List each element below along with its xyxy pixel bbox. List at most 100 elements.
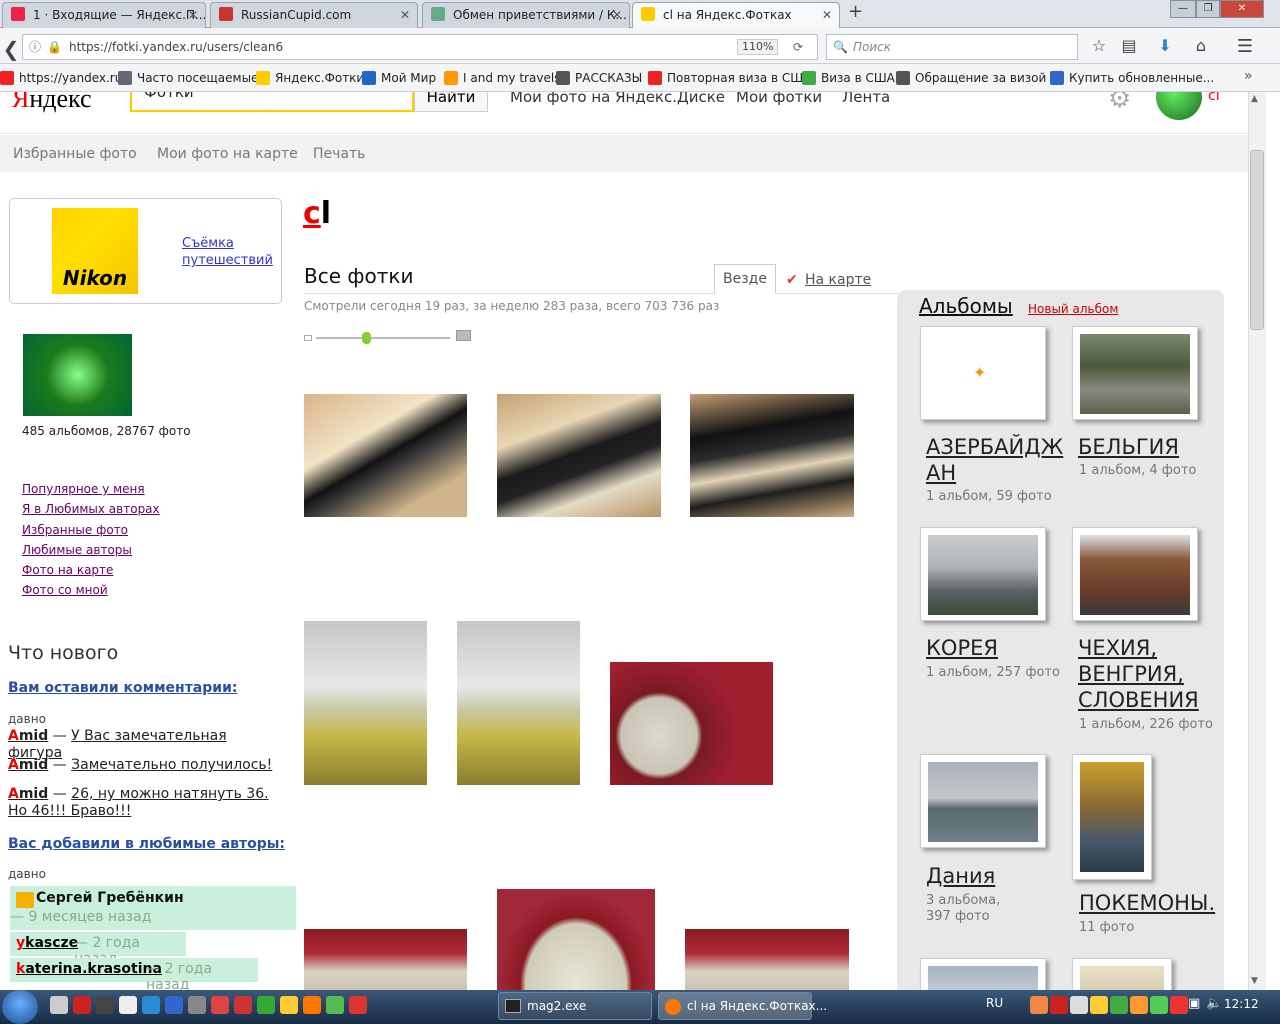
large-size-icon[interactable] bbox=[456, 330, 471, 341]
app-icon[interactable] bbox=[211, 996, 229, 1014]
bookmark-travels[interactable]: I and my travels bbox=[444, 70, 560, 86]
tray-icon[interactable] bbox=[1150, 996, 1168, 1014]
7zip-icon[interactable] bbox=[50, 996, 68, 1014]
bookmark-yandex[interactable]: https://yandex.ru/ bbox=[0, 70, 126, 86]
app-icon[interactable] bbox=[165, 996, 183, 1014]
photo-thumbnail[interactable] bbox=[685, 929, 849, 990]
bookmark-visa-repeat[interactable]: Повторная виза в СШ... bbox=[648, 70, 815, 86]
album-cover[interactable] bbox=[920, 754, 1046, 848]
tray-icon[interactable] bbox=[1070, 996, 1088, 1014]
bookmark-buy[interactable]: Купить обновленные... bbox=[1050, 70, 1214, 86]
tab-mail[interactable]: 1 · Входящие — Яндекс.П... ✕ bbox=[2, 2, 206, 28]
info-icon[interactable]: ⓘ bbox=[29, 35, 41, 59]
network-icon[interactable]: ▣ bbox=[1188, 996, 1200, 1011]
star-icon[interactable]: ☆ bbox=[1088, 36, 1110, 55]
firefox-icon[interactable] bbox=[303, 996, 321, 1014]
url-text[interactable]: https://fotki.yandex.ru/users/clean6 bbox=[69, 35, 283, 59]
header-search-input[interactable]: Фотки bbox=[130, 92, 414, 112]
bookmark-visa-apply[interactable]: Обращение за визой ... bbox=[896, 70, 1062, 86]
window-close-button[interactable]: ✕ bbox=[1220, 0, 1264, 18]
app-icon[interactable] bbox=[188, 996, 206, 1014]
bookmark-stories[interactable]: РАССКАЗЫ bbox=[556, 70, 642, 86]
size-slider-thumb[interactable] bbox=[361, 332, 371, 344]
bookmarks-overflow-icon[interactable]: » bbox=[1244, 68, 1253, 84]
size-slider[interactable] bbox=[316, 337, 450, 339]
zoom-badge[interactable]: 110% bbox=[737, 39, 779, 55]
tray-icon[interactable] bbox=[1090, 996, 1108, 1014]
album-title[interactable]: БЕЛЬГИЯ bbox=[1078, 434, 1208, 460]
tab-map[interactable]: На карте bbox=[805, 272, 871, 288]
find-button[interactable]: Найти bbox=[414, 92, 488, 112]
ie-icon[interactable] bbox=[142, 996, 160, 1014]
link-my-fotki[interactable]: Мои фотки bbox=[736, 92, 822, 106]
fav-header[interactable]: Вас добавили в любимые авторы: bbox=[8, 836, 285, 852]
photo-thumbnail[interactable] bbox=[497, 394, 661, 517]
reload-icon[interactable]: ⟳ bbox=[793, 35, 803, 59]
minimize-button[interactable]: — bbox=[1170, 0, 1196, 18]
photo-thumbnail[interactable] bbox=[304, 621, 427, 785]
photo-thumbnail[interactable] bbox=[690, 394, 854, 517]
task-mag2[interactable]: mag2.exe bbox=[498, 992, 652, 1020]
bookmark-visa-usa[interactable]: Виза в США bbox=[802, 70, 895, 86]
link-popular[interactable]: Популярное у меня bbox=[22, 482, 145, 496]
album-cover[interactable] bbox=[1072, 958, 1172, 990]
subnav-print[interactable]: Печать bbox=[313, 146, 365, 162]
comment-text[interactable]: Замечательно получилось! bbox=[71, 757, 272, 773]
album-cover[interactable] bbox=[1072, 326, 1198, 420]
comment-user[interactable]: Amid bbox=[8, 786, 48, 802]
start-button[interactable] bbox=[2, 990, 38, 1024]
link-favorite-authors[interactable]: Любимые авторы bbox=[22, 543, 132, 557]
album-cover[interactable]: ✦ bbox=[920, 326, 1046, 420]
link-favorite-photos[interactable]: Избранные фото bbox=[22, 523, 128, 537]
app-icon[interactable] bbox=[257, 996, 275, 1014]
album-cover[interactable] bbox=[1072, 754, 1152, 880]
clock[interactable]: 12:12 bbox=[1224, 997, 1259, 1011]
language-indicator[interactable]: RU bbox=[986, 996, 1003, 1010]
photo-thumbnail[interactable] bbox=[497, 889, 655, 990]
task-firefox[interactable]: cl на Яндекс.Фотках... bbox=[658, 992, 827, 1020]
link-photos-with-me[interactable]: Фото со мной bbox=[22, 583, 108, 597]
tray-icon[interactable] bbox=[1110, 996, 1128, 1014]
tray-icon[interactable] bbox=[1030, 996, 1048, 1014]
album-title[interactable]: Дания bbox=[926, 863, 995, 889]
bookmark-fotki[interactable]: Яндекс.Фотки bbox=[256, 70, 364, 86]
tab-russiancupid[interactable]: RussianCupid.com ✕ bbox=[210, 2, 418, 28]
scrollbar-thumb[interactable] bbox=[1250, 150, 1264, 330]
url-bar[interactable]: ⓘ 🔒 https://fotki.yandex.ru/users/clean6… bbox=[22, 34, 818, 60]
close-icon[interactable]: ✕ bbox=[400, 4, 410, 26]
user-name[interactable]: cl bbox=[1208, 92, 1220, 104]
close-icon[interactable]: ✕ bbox=[822, 4, 832, 26]
yandex-logo[interactable]: Яндекс bbox=[12, 92, 92, 114]
subnav-favorites[interactable]: Избранные фото bbox=[13, 146, 137, 162]
photo-thumbnail[interactable] bbox=[457, 621, 580, 785]
photo-thumbnail[interactable] bbox=[610, 662, 773, 785]
small-size-icon[interactable] bbox=[304, 335, 312, 341]
comments-header[interactable]: Вам оставили комментарии: bbox=[8, 680, 238, 696]
pdf-icon[interactable] bbox=[234, 996, 252, 1014]
link-disk-photos[interactable]: Мои фото на Яндекс.Диске bbox=[510, 92, 725, 106]
tab-greetings[interactable]: Обмен приветствиями / К... ✕ bbox=[422, 2, 630, 28]
scroll-up-icon[interactable]: ▲ bbox=[1251, 94, 1258, 104]
tab-everywhere[interactable]: Везде bbox=[714, 264, 776, 294]
menu-icon[interactable]: ☰ bbox=[1234, 36, 1256, 57]
bookmark-frequent[interactable]: Часто посещаемые bbox=[118, 70, 258, 86]
new-tab-button[interactable]: + bbox=[848, 2, 868, 24]
fav-user[interactable]: katerina.krasotina bbox=[16, 961, 162, 977]
album-title[interactable]: ПОКЕМОНЫ. bbox=[1079, 890, 1215, 916]
close-icon[interactable]: ✕ bbox=[612, 4, 622, 26]
tray-icon[interactable] bbox=[1130, 996, 1148, 1014]
album-title[interactable]: ЧЕХИЯ, ВЕНГРИЯ, СЛОВЕНИЯ bbox=[1078, 635, 1218, 713]
link-photos-map[interactable]: Фото на карте bbox=[22, 563, 113, 577]
close-icon[interactable]: ✕ bbox=[188, 4, 198, 26]
link-in-favorites[interactable]: Я в Любимых авторах bbox=[22, 502, 160, 516]
maximize-button[interactable]: ❐ bbox=[1196, 0, 1220, 18]
tab-fotki[interactable]: cl на Яндекс.Фотках ✕ bbox=[632, 2, 840, 28]
reading-list-icon[interactable]: ▤ bbox=[1118, 36, 1140, 55]
ad-link[interactable]: Съёмка путешествий bbox=[182, 235, 278, 269]
photo-thumbnail[interactable] bbox=[304, 929, 467, 990]
album-title[interactable]: АЗЕРБАЙДЖАН bbox=[926, 434, 1076, 486]
back-icon[interactable]: ❮ bbox=[0, 37, 22, 61]
album-title[interactable]: КОРЕЯ bbox=[926, 635, 998, 661]
tray-icon[interactable] bbox=[1170, 996, 1188, 1014]
album-cover[interactable] bbox=[920, 958, 1046, 990]
